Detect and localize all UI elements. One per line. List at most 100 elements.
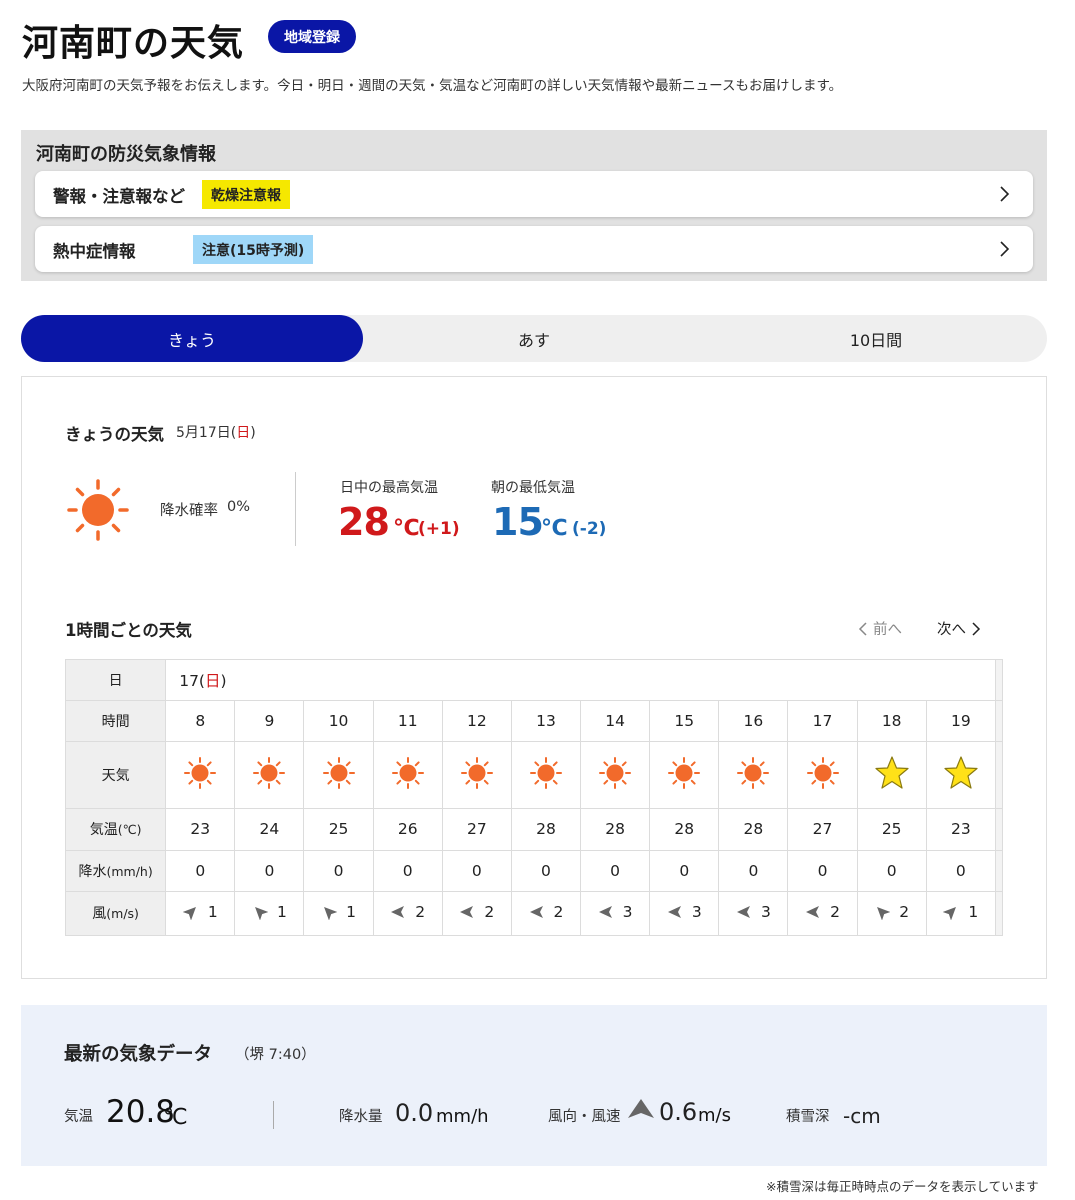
tab-10day[interactable]: 10日間 [705,315,1047,362]
latest-data-panel [21,1005,1047,1166]
wind-direction-icon [806,905,820,918]
weather-cell [372,741,443,809]
wind-speed: 2 [899,902,910,921]
wind-cell: 2 [787,890,858,937]
tab-tomorrow[interactable]: あす [363,315,705,362]
wind-cell: 3 [580,890,651,937]
wind-speed: 1 [276,902,287,921]
precip-cell: 0 [441,849,512,892]
low-temp-value: 15 [492,500,544,544]
weather-cell [718,741,789,809]
row-header-time: 時間 [64,700,167,743]
sun-icon [253,756,286,789]
temp-label: 気温 [89,822,118,839]
temp-cell: 23 [925,807,996,851]
scroll-edge [994,741,1004,809]
weather-row: 天気 [64,741,1004,809]
wind-speed: 2 [484,902,495,921]
high-temp-unit: ℃ [393,516,420,541]
warning-row-label: 警報・注意報など [53,187,185,206]
temp-row: 気温(℃) 23 24 25 26 27 28 28 28 28 27 25 23 [64,807,1004,851]
today-date: 5月17日(日) [176,422,256,442]
heatstroke-row[interactable]: 熱中症情報 注意(15時予測) [35,226,1033,272]
wind-direction-icon [529,905,543,918]
precip-prob-label: 降水確率 [160,503,218,519]
sun-icon [184,756,217,789]
low-temp-diff: (-2) [572,519,607,539]
sun-icon [529,756,562,789]
hour-cell: 14 [580,700,651,743]
precip-cell: 0 [649,849,720,892]
precip-cell: 0 [510,849,582,892]
sun-icon [460,756,493,789]
time-row: 時間 8 9 10 11 12 13 14 15 16 17 18 19 [64,700,1004,743]
wind-row: 風(m/s) 1 1 1 2 2 2 3 3 3 2 2 1 [64,890,1004,937]
precip-unit: (mm/h) [106,863,153,879]
chevron-right-icon [1000,186,1010,202]
date-suffix: ) [250,425,256,441]
day-cell: 17(日) [165,658,996,702]
precip-cell: 0 [925,849,996,892]
hour-cell: 9 [234,700,305,743]
hour-cell: 18 [856,700,927,743]
weather-cell [165,741,236,809]
hourly-heading: 1時間ごとの天気 [65,621,192,640]
wind-speed: 3 [622,902,633,921]
temp-unit: (℃) [117,822,142,838]
date-prefix: 5月17日( [176,425,237,441]
star-icon [944,756,978,789]
scroll-edge [994,700,1004,743]
register-area-button[interactable]: 地域登録 [268,20,356,53]
latest-wind-label: 風向・風速 [548,1109,621,1125]
weather-cell [856,741,927,809]
precip-cell: 0 [856,849,927,892]
star-icon [875,756,909,789]
wind-speed: 1 [207,902,218,921]
next-button[interactable]: 次へ [937,618,981,639]
temp-cell: 25 [856,807,927,851]
warning-row[interactable]: 警報・注意報など 乾燥注意報 [35,171,1033,217]
wind-speed: 3 [691,902,702,921]
wind-label: 風 [92,906,107,923]
weather-cell [303,741,374,809]
tab-today[interactable]: きょう [21,315,363,362]
high-temp-value: 28 [338,500,390,544]
hour-cell: 15 [649,700,720,743]
wind-direction-icon [324,906,338,920]
latest-temp-unit: ℃ [163,1105,188,1130]
prev-label: 前へ [873,622,902,638]
hour-cell: 12 [441,700,512,743]
wind-cell: 1 [234,890,305,937]
chevron-left-icon [858,621,867,636]
temp-cell: 24 [234,807,305,851]
latest-temp-label: 気温 [64,1109,93,1125]
wind-direction-icon [391,905,405,918]
wind-cell: 2 [510,890,582,937]
weather-cell [441,741,512,809]
wind-unit: (m/s) [106,906,139,922]
sun-icon [668,756,701,789]
wind-direction-icon [255,906,268,920]
latest-wind-unit: m/s [698,1105,731,1126]
precip-prob-value: 0% [227,499,251,515]
temp-cell: 23 [165,807,236,851]
wind-direction-icon [628,1099,654,1118]
row-header-weather: 天気 [64,741,167,809]
wind-direction-icon [736,905,750,918]
row-header-temp: 気温(℃) [64,807,167,851]
weather-cell [580,741,651,809]
day-prefix: 17( [179,672,205,691]
prev-button[interactable]: 前へ [858,618,902,639]
precip-row: 降水(mm/h) 000000000000 [64,849,1004,892]
wind-speed: 1 [968,902,979,921]
heatstroke-badge: 注意(15時予測) [193,235,314,264]
temp-cell: 28 [718,807,789,851]
wind-cell: 1 [303,890,374,937]
wind-cell: 3 [649,890,720,937]
precip-cell: 0 [165,849,236,892]
scroll-edge [994,849,1004,892]
sun-icon [737,756,770,789]
latest-precip-value: 0.0 [395,1099,434,1127]
row-header-wind: 風(m/s) [64,890,167,937]
precip-cell: 0 [303,849,374,892]
